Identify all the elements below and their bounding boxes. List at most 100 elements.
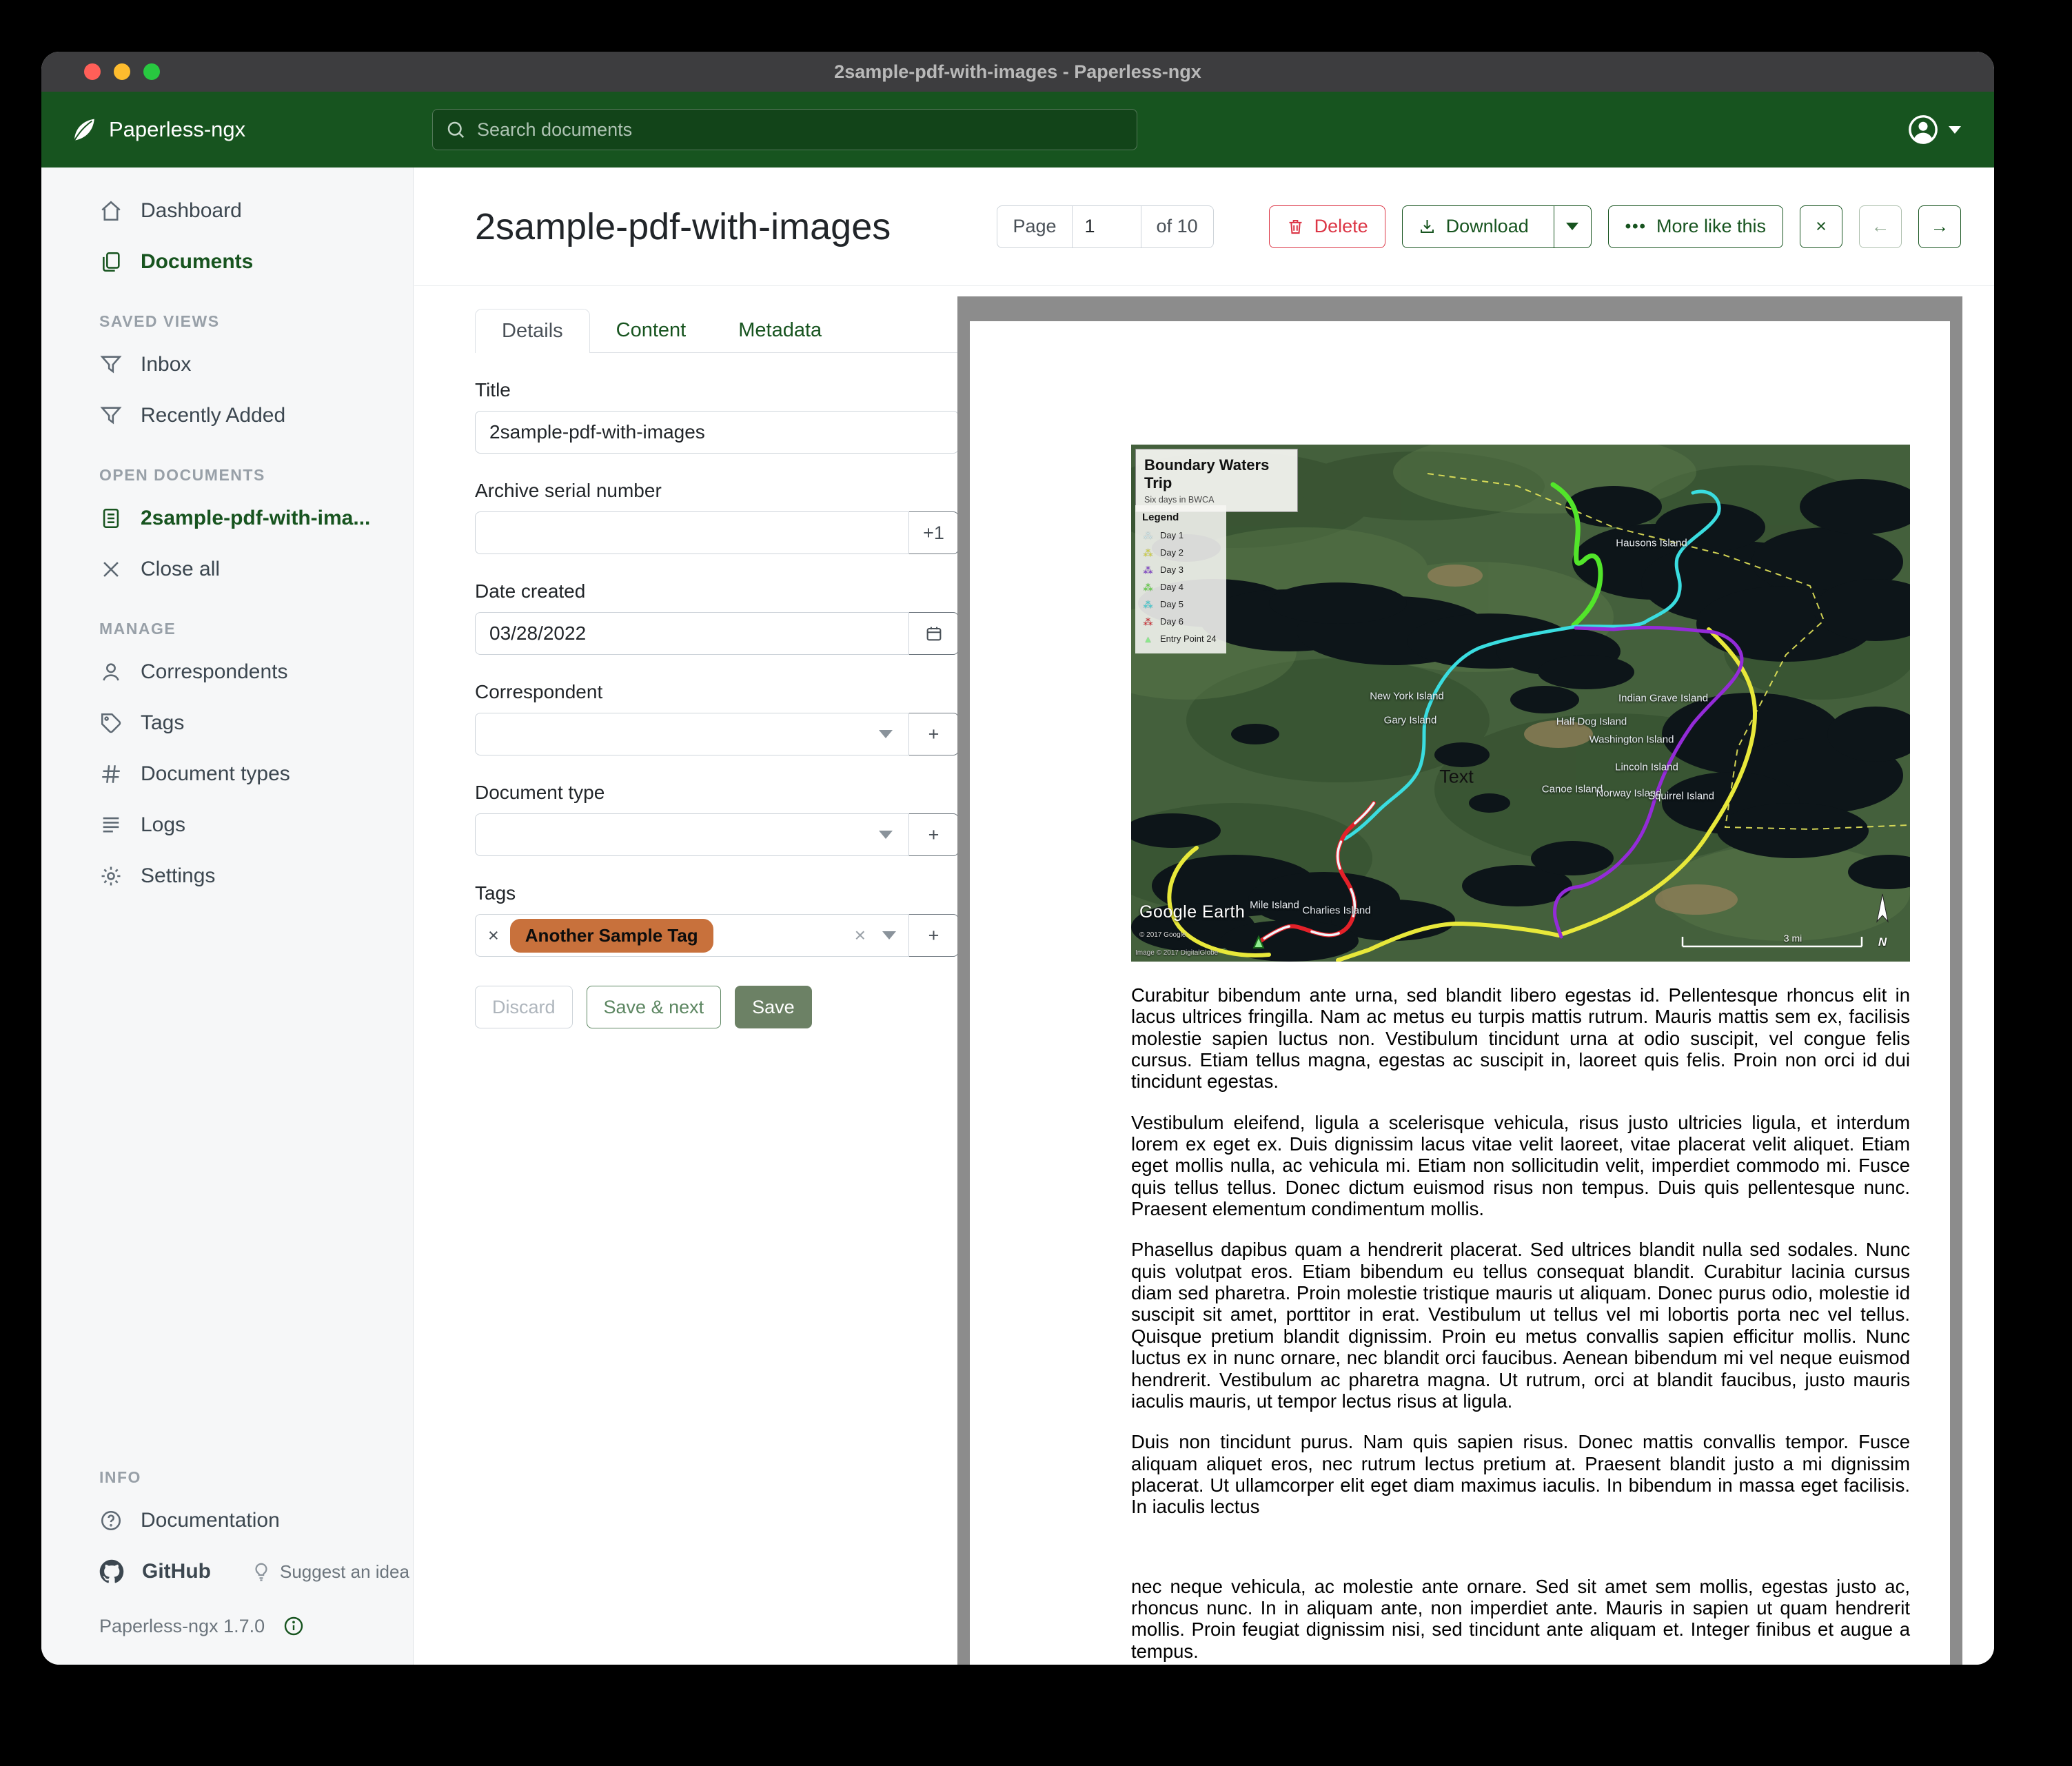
route-marker-icon: ⁂ (1142, 565, 1154, 575)
pdf-page: Boundary Waters Trip Six days in BWCA Le… (970, 321, 1950, 1665)
legend-item: ⁂Day 6 (1142, 613, 1219, 630)
close-icon: × (1816, 216, 1827, 237)
sidebar-item-label: GitHub (142, 1560, 211, 1583)
tab-details[interactable]: Details (475, 309, 590, 353)
window-title: 2sample-pdf-with-images - Paperless-ngx (834, 61, 1201, 83)
compass-north-label: N (1878, 935, 1887, 949)
tags-select[interactable]: × Another Sample Tag × (475, 914, 909, 957)
legend-item: ⁂Day 2 (1142, 544, 1219, 561)
more-like-this-button[interactable]: ••• More like this (1608, 205, 1783, 248)
asn-plus-one-button[interactable]: +1 (909, 511, 959, 554)
map-legend: Legend ⁂Day 1 ⁂Day 2 ⁂Day 3 ⁂Day 4 ⁂Day … (1135, 505, 1226, 653)
close-window-button[interactable] (84, 63, 101, 80)
more-like-this-label: More like this (1656, 216, 1766, 237)
sidebar-item-document-types[interactable]: Document types (41, 749, 413, 800)
person-icon (99, 660, 123, 684)
sidebar-item-recently-added[interactable]: Recently Added (41, 390, 413, 441)
calendar-button[interactable] (909, 612, 959, 655)
sidebar-item-settings[interactable]: Settings (41, 851, 413, 902)
sidebar-item-open-document[interactable]: 2sample-pdf-with-ima... (41, 493, 413, 544)
close-document-button[interactable]: × (1800, 205, 1842, 248)
sidebar-item-github[interactable]: GitHub (41, 1559, 211, 1584)
map-image: Boundary Waters Trip Six days in BWCA Le… (1131, 445, 1910, 962)
page-navigator: Page of 10 (997, 205, 1213, 248)
sidebar-spacer (41, 902, 413, 1443)
sidebar-item-label: Correspondents (141, 660, 287, 684)
minimize-window-button[interactable] (114, 63, 130, 80)
sidebar-item-inbox[interactable]: Inbox (41, 339, 413, 390)
sidebar-section-info: INFO (41, 1443, 413, 1495)
add-tag-button[interactable]: + (909, 914, 959, 957)
search-input[interactable] (477, 119, 1124, 141)
maximize-window-button[interactable] (143, 63, 160, 80)
save-button[interactable]: Save (735, 986, 812, 1028)
asn-field[interactable] (475, 511, 909, 554)
sidebar-item-dashboard[interactable]: Dashboard (41, 185, 413, 236)
island-label: Lincoln Island (1615, 762, 1678, 773)
delete-button[interactable]: Delete (1269, 205, 1385, 248)
tab-metadata[interactable]: Metadata (712, 308, 848, 352)
correspondent-select[interactable] (475, 713, 909, 755)
download-options-button[interactable] (1554, 206, 1591, 247)
document-type-label: Document type (475, 782, 959, 804)
sidebar-item-suggest-idea[interactable]: Suggest an idea (251, 1561, 409, 1583)
title-field[interactable] (475, 411, 959, 454)
tab-content[interactable]: Content (590, 308, 713, 352)
hash-icon (99, 762, 123, 786)
sidebar-item-documents[interactable]: Documents (41, 236, 413, 287)
document-body-text: Curabitur bibendum ante urna, sed blandi… (1131, 984, 1910, 1665)
tags-label: Tags (475, 882, 959, 904)
brand[interactable]: Paperless-ngx (69, 92, 245, 168)
sidebar-item-close-all[interactable]: Close all (41, 544, 413, 595)
document-type-select[interactable] (475, 813, 909, 856)
remove-tag-icon[interactable]: × (488, 925, 499, 946)
sidebar-item-correspondents[interactable]: Correspondents (41, 647, 413, 698)
funnel-icon (99, 404, 123, 427)
lightbulb-icon (251, 1561, 272, 1582)
download-label: Download (1446, 216, 1529, 237)
sidebar-item-label: Documents (141, 250, 253, 274)
pdf-viewer[interactable]: Boundary Waters Trip Six days in BWCA Le… (957, 296, 1962, 1665)
brand-name: Paperless-ngx (109, 117, 245, 142)
correspondent-input[interactable] (475, 713, 909, 755)
tag-chip[interactable]: Another Sample Tag (510, 919, 713, 953)
user-menu[interactable] (1907, 92, 1961, 168)
discard-button[interactable]: Discard (475, 986, 573, 1028)
next-document-button[interactable]: → (1918, 205, 1961, 248)
document-type-input[interactable] (475, 813, 909, 856)
clear-tags-icon[interactable]: × (855, 924, 866, 946)
sidebar-item-label: Settings (141, 864, 215, 888)
home-icon (99, 199, 123, 223)
sidebar-item-documentation[interactable]: Documentation (41, 1495, 413, 1546)
sidebar-item-label: Dashboard (141, 199, 242, 223)
map-scale-label: 3 mi (1784, 933, 1802, 944)
search-bar (432, 109, 1137, 150)
close-icon (99, 558, 123, 581)
plus-icon: + (928, 925, 939, 946)
date-created-field[interactable] (475, 612, 909, 655)
plus-icon: + (928, 724, 939, 745)
island-label: Gary Island (1384, 715, 1437, 727)
sidebar-item-tags[interactable]: Tags (41, 698, 413, 749)
titlebar: 2sample-pdf-with-images - Paperless-ngx (41, 52, 1994, 92)
calendar-icon (924, 624, 944, 643)
ellipsis-icon: ••• (1625, 217, 1647, 236)
tab-bar: Details Content Metadata (475, 308, 959, 353)
paragraph: Phasellus dapibus quam a hendrerit place… (1131, 1239, 1910, 1412)
sidebar-item-logs[interactable]: Logs (41, 800, 413, 851)
save-and-next-button[interactable]: Save & next (587, 986, 722, 1028)
add-correspondent-button[interactable]: + (909, 713, 959, 755)
plus-one-label: +1 (923, 522, 944, 544)
details-panel: Details Content Metadata Title Archive s… (475, 308, 959, 1028)
info-circle-icon[interactable] (283, 1615, 305, 1637)
download-button[interactable]: Download (1403, 206, 1544, 247)
sidebar-item-label: 2sample-pdf-with-ima... (141, 507, 370, 530)
app-version: Paperless-ngx 1.7.0 (41, 1597, 413, 1665)
add-document-type-button[interactable]: + (909, 813, 959, 856)
main-content: 2sample-pdf-with-images Page of 10 Delet… (414, 168, 1994, 1665)
sidebar-item-label: Documentation (141, 1509, 280, 1532)
sidebar: Dashboard Documents SAVED VIEWS Inbox Re… (41, 168, 414, 1665)
previous-document-button[interactable]: ← (1859, 205, 1902, 248)
page-total: of 10 (1141, 206, 1213, 247)
page-number-input[interactable] (1073, 206, 1141, 247)
